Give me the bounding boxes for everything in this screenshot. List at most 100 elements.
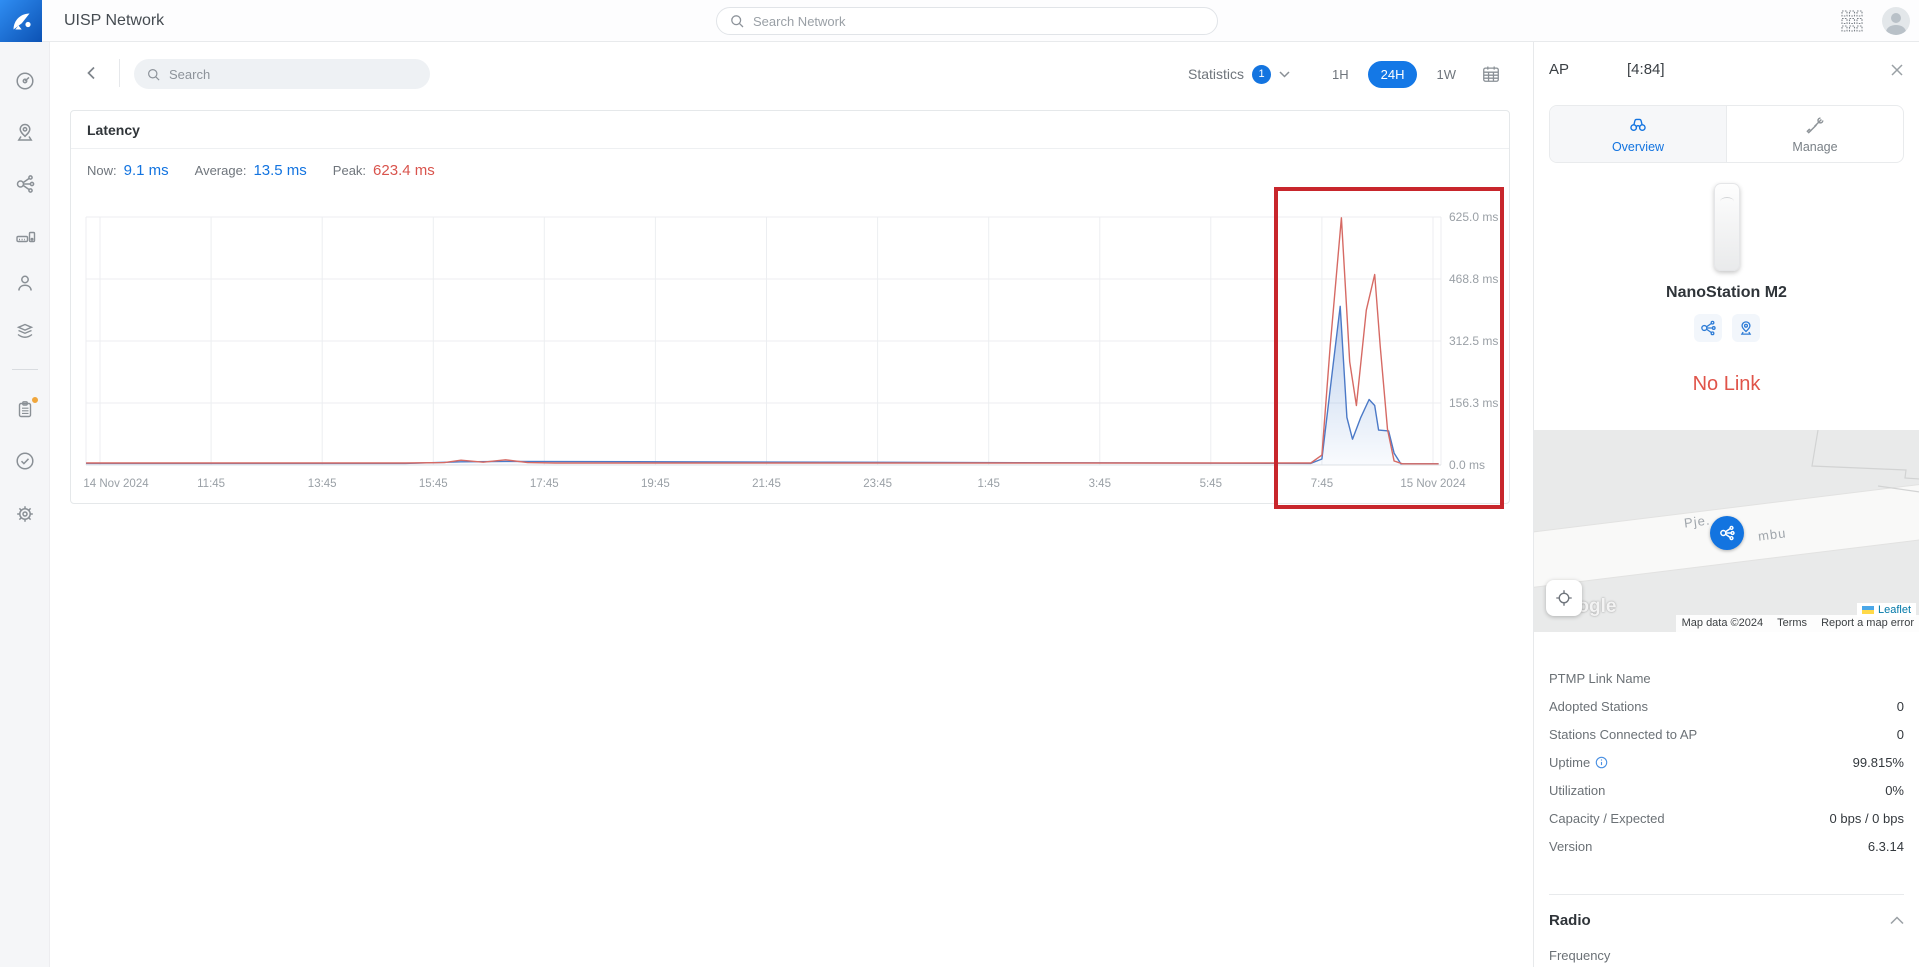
range-1w-button[interactable]: 1W	[1426, 61, 1466, 88]
svg-text:19:45: 19:45	[641, 478, 670, 490]
tasks-badge	[31, 396, 39, 404]
app-title: UISP Network	[64, 0, 164, 41]
chevron-down-icon	[1279, 71, 1290, 78]
device-details: PTMP Link Name Adopted Stations 0 Statio…	[1549, 664, 1904, 860]
calendar-icon[interactable]	[1481, 64, 1501, 84]
stat-average-label: Average:	[195, 163, 247, 178]
sidebar-item-sites-icon[interactable]	[14, 121, 36, 143]
range-1h-button[interactable]: 1H	[1322, 61, 1359, 88]
uisp-logo-icon[interactable]	[0, 0, 42, 42]
svg-text:11:45: 11:45	[197, 478, 225, 490]
sidebar-item-dashboard-icon[interactable]	[14, 70, 36, 92]
stat-average-value: 13.5 ms	[253, 162, 306, 179]
sidebar	[0, 42, 50, 967]
time-range-group: 1H 24H 1W	[1322, 58, 1501, 90]
statistics-dropdown[interactable]: Statistics 1	[1188, 58, 1290, 90]
device-image	[1714, 183, 1740, 271]
map-data-label: Map data ©2024	[1682, 617, 1764, 629]
statistics-label: Statistics	[1188, 66, 1244, 82]
svg-text:312.5 ms: 312.5 ms	[1449, 334, 1498, 348]
device-map[interactable]: Pje. mbu Google Leaflet Map data ©2024 T…	[1534, 430, 1919, 632]
user-avatar[interactable]	[1882, 7, 1910, 35]
panel-header: AP [4:84]	[1549, 61, 1904, 78]
device-type-label: AP	[1549, 61, 1569, 78]
locate-button[interactable]	[1546, 580, 1582, 616]
tab-manage[interactable]: Manage	[1727, 106, 1903, 162]
detail-row-utilization: Utilization 0%	[1549, 776, 1904, 804]
info-icon[interactable]	[1595, 756, 1608, 769]
svg-text:5:45: 5:45	[1200, 478, 1222, 490]
stat-peak-label: Peak:	[333, 163, 366, 178]
close-icon[interactable]	[1890, 63, 1904, 77]
range-24h-button[interactable]: 24H	[1368, 61, 1418, 88]
map-terms-link[interactable]: Terms	[1777, 617, 1807, 629]
road-label-left: Pje.	[1683, 512, 1711, 530]
sidebar-item-maintenance-icon[interactable]	[14, 321, 36, 343]
device-actions	[1534, 314, 1919, 342]
radio-title: Radio	[1549, 912, 1591, 929]
stat-now-label: Now:	[87, 163, 117, 178]
svg-text:15 Nov 2024: 15 Nov 2024	[1400, 478, 1466, 490]
detail-row-uptime: Uptime 99.815%	[1549, 748, 1904, 776]
latency-stats-row: Now: 9.1 ms Average: 13.5 ms Peak: 623.4 ms	[71, 149, 1509, 179]
svg-text:23:45: 23:45	[863, 478, 892, 490]
search-icon	[729, 13, 745, 29]
back-button[interactable]	[80, 61, 104, 85]
toolbar-search-input[interactable]	[169, 67, 418, 82]
tab-overview[interactable]: Overview	[1550, 106, 1727, 162]
binoculars-icon	[1627, 114, 1649, 136]
sidebar-divider	[12, 369, 38, 370]
device-map-marker[interactable]	[1710, 516, 1744, 550]
sidebar-item-topology-icon[interactable]	[14, 173, 36, 195]
svg-text:156.3 ms: 156.3 ms	[1449, 396, 1498, 410]
svg-text:21:45: 21:45	[752, 478, 781, 490]
latency-chart[interactable]: 625.0 ms 468.8 ms 312.5 ms 156.3 ms 0.0 ms 14…	[71, 203, 1511, 499]
radio-frequency-label: Frequency	[1549, 948, 1904, 963]
svg-text:14 Nov 2024: 14 Nov 2024	[83, 478, 149, 490]
latency-card: Latency Now: 9.1 ms Average: 13.5 ms Peak:…	[70, 110, 1510, 504]
sidebar-item-clients-icon[interactable]	[14, 272, 36, 294]
radio-section: Radio Frequency	[1549, 894, 1904, 963]
search-icon	[146, 67, 161, 82]
svg-text:625.0 ms: 625.0 ms	[1449, 210, 1498, 224]
svg-text:17:45: 17:45	[530, 478, 559, 490]
chevron-up-icon	[1890, 916, 1904, 925]
tools-icon	[1804, 114, 1826, 136]
link-status: No Link	[1534, 373, 1919, 396]
detail-row-capacity: Capacity / Expected 0 bps / 0 bps	[1549, 804, 1904, 832]
global-search[interactable]	[716, 7, 1218, 35]
stat-now-value: 9.1 ms	[124, 162, 169, 179]
sidebar-item-tasks-icon[interactable]	[14, 398, 36, 420]
show-in-topology-icon[interactable]	[1694, 314, 1722, 342]
toolbar-divider	[119, 59, 120, 87]
panel-tabs: Overview Manage	[1549, 105, 1904, 163]
svg-text:0.0 ms: 0.0 ms	[1449, 458, 1485, 472]
statistics-badge: 1	[1252, 65, 1271, 84]
latency-card-title: Latency	[71, 111, 1509, 149]
tab-manage-label: Manage	[1792, 140, 1837, 154]
sidebar-item-devices-icon[interactable]	[14, 224, 36, 246]
sidebar-item-status-icon[interactable]	[14, 450, 36, 472]
detail-row-stations-connected: Stations Connected to AP 0	[1549, 720, 1904, 748]
svg-text:468.8 ms: 468.8 ms	[1449, 272, 1498, 286]
panel-title: [4:84]	[1627, 61, 1665, 78]
tab-overview-label: Overview	[1612, 140, 1664, 154]
map-attribution: Map data ©2024 Terms Report a map error	[1676, 615, 1919, 632]
show-on-map-icon[interactable]	[1732, 314, 1760, 342]
map-report-link[interactable]: Report a map error	[1821, 617, 1914, 629]
sidebar-item-settings-icon[interactable]	[14, 503, 36, 525]
top-header: UISP Network	[0, 0, 1919, 42]
svg-text:13:45: 13:45	[308, 478, 337, 490]
ukraine-flag-icon	[1862, 606, 1874, 614]
toolbar-search[interactable]	[134, 59, 430, 89]
radio-section-header[interactable]: Radio	[1549, 895, 1904, 929]
detail-row-version: Version 6.3.14	[1549, 832, 1904, 860]
apps-grid-icon[interactable]	[1841, 10, 1863, 32]
device-section: NanoStation M2	[1534, 183, 1919, 342]
svg-text:15:45: 15:45	[419, 478, 448, 490]
stat-peak-value: 623.4 ms	[373, 162, 435, 179]
global-search-input[interactable]	[753, 14, 1205, 29]
svg-text:1:45: 1:45	[978, 478, 1000, 490]
svg-text:7:45: 7:45	[1311, 478, 1333, 490]
detail-row-ptmp: PTMP Link Name	[1549, 664, 1904, 692]
